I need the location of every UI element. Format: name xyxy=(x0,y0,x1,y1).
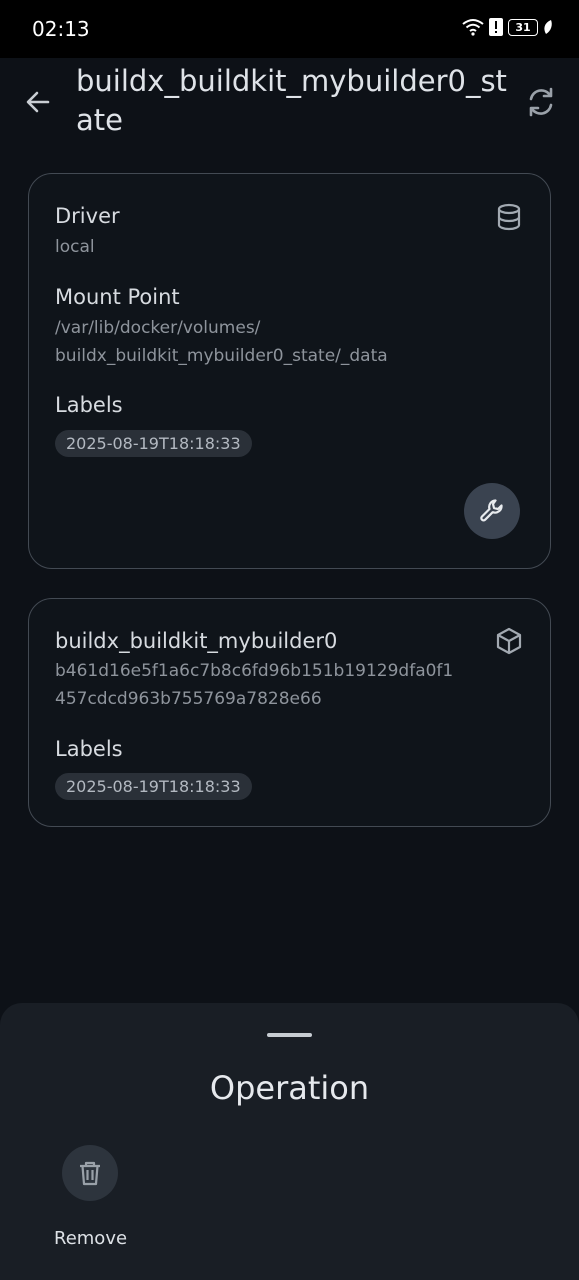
container-id-line1: b461d16e5f1a6c7b8c6fd96b151b19129dfa0f1 xyxy=(55,661,454,681)
label-chip: 2025-08-19T18:18:33 xyxy=(55,430,252,457)
status-time: 02:13 xyxy=(32,17,90,41)
label-chip: 2025-08-19T18:18:33 xyxy=(55,773,252,800)
trash-icon xyxy=(80,1161,100,1186)
cube-icon xyxy=(496,627,522,655)
container-id-line2: 457cdcd963b755769a7828e66 xyxy=(55,689,322,709)
mount-point-label: Mount Point xyxy=(55,285,180,309)
driver-label: Driver xyxy=(55,204,120,228)
arrow-left-icon[interactable] xyxy=(22,86,54,118)
database-icon xyxy=(497,203,521,231)
container-name: buildx_buildkit_mybuilder0 xyxy=(55,629,338,653)
remove-button[interactable] xyxy=(62,1145,118,1201)
driver-value: local xyxy=(55,237,95,257)
wifi-icon xyxy=(462,19,484,36)
status-bar: 02:13 31 xyxy=(0,0,579,58)
alert-icon xyxy=(489,18,503,36)
battery-indicator: 31 xyxy=(508,18,538,36)
labels-label: Labels xyxy=(55,737,123,761)
remove-label[interactable]: Remove xyxy=(54,1228,127,1249)
app-bar: buildx_buildkit_mybuilder0_state xyxy=(0,58,579,158)
mount-point-line1: /var/lib/docker/volumes/ xyxy=(55,318,261,338)
status-icons: 31 xyxy=(462,18,553,36)
refresh-icon[interactable] xyxy=(523,84,559,120)
operation-sheet: Operation Remove xyxy=(0,1003,579,1280)
page-title: buildx_buildkit_mybuilder0_state xyxy=(76,64,507,137)
sheet-title: Operation xyxy=(209,1069,370,1107)
volume-info-card: Driver local Mount Point /var/lib/docker… xyxy=(28,173,551,569)
wrench-button[interactable] xyxy=(464,483,520,539)
labels-label: Labels xyxy=(55,393,123,417)
leaf-icon xyxy=(544,20,552,34)
mount-point-line2: buildx_buildkit_mybuilder0_state/_data xyxy=(55,346,388,366)
wrench-icon xyxy=(480,499,503,522)
drag-handle[interactable] xyxy=(267,1033,312,1037)
container-info-card: buildx_buildkit_mybuilder0 b461d16e5f1a6… xyxy=(28,598,551,827)
